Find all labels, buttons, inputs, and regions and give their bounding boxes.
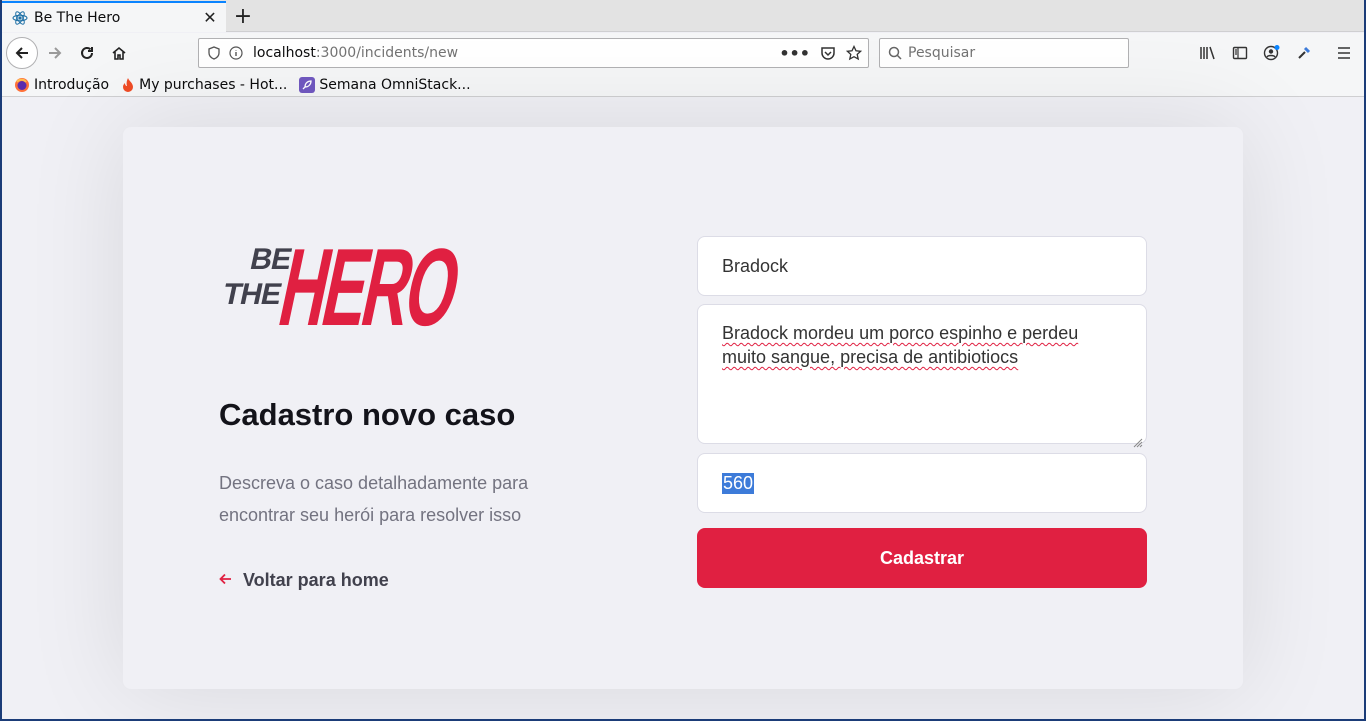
search-bar[interactable]: Pesquisar — [879, 38, 1129, 68]
tab-bar: Be The Hero ✕ + — [0, 0, 1366, 32]
react-icon — [12, 10, 28, 26]
title-input[interactable]: Bradock — [697, 236, 1147, 296]
bookmark-label: My purchases - Hot... — [139, 76, 288, 93]
home-icon — [112, 46, 126, 60]
forward-button[interactable] — [40, 38, 70, 68]
page-description: Descreva o caso detalhadamente para enco… — [219, 473, 529, 525]
more-actions-icon[interactable]: ••• — [779, 44, 810, 63]
flame-icon — [121, 77, 135, 93]
arrow-left-icon — [15, 47, 28, 59]
value-input-value: 560 — [722, 472, 755, 494]
resize-handle-icon[interactable] — [1133, 430, 1143, 448]
value-input[interactable]: 560 — [697, 453, 1147, 513]
sidebar-icon[interactable] — [1224, 37, 1256, 69]
bookmark-semana-omnistack[interactable]: Semana OmniStack... — [299, 76, 471, 93]
back-button[interactable] — [6, 37, 38, 69]
tab-be-the-hero[interactable]: Be The Hero ✕ — [2, 1, 226, 32]
submit-button[interactable]: Cadastrar — [697, 528, 1147, 588]
search-icon — [888, 46, 902, 60]
url-bar[interactable]: localhost:3000/incidents/new ••• — [198, 38, 869, 68]
url-path: :3000/incidents/new — [315, 45, 459, 61]
account-icon[interactable] — [1256, 37, 1288, 69]
new-incident-card: BE THE HERO Cadastro novo caso Descreva … — [123, 127, 1243, 689]
rocket-icon — [299, 76, 316, 93]
reload-button[interactable] — [72, 38, 102, 68]
description-textarea[interactable]: Bradock mordeu um porco espinho e perdeu… — [697, 304, 1147, 448]
page-viewport: BE THE HERO Cadastro novo caso Descreva … — [2, 97, 1364, 719]
search-input[interactable]: Pesquisar — [908, 45, 975, 61]
pocket-icon[interactable] — [820, 45, 836, 61]
bookmark-label: Introdução — [34, 76, 110, 93]
bookmark-introducao[interactable]: Introdução — [14, 77, 109, 93]
be-the-hero-logo: BE THE HERO — [219, 221, 471, 349]
info-icon[interactable] — [229, 46, 243, 60]
menu-icon[interactable] — [1328, 37, 1360, 69]
navigation-toolbar: localhost:3000/incidents/new ••• Pesquis… — [0, 33, 1366, 73]
bookmark-star-icon[interactable] — [846, 45, 862, 61]
logo-word-the: THE — [220, 278, 285, 311]
bookmark-my-purchases[interactable]: My purchases - Hot... — [121, 77, 287, 93]
new-tab-icon[interactable]: + — [232, 4, 254, 29]
close-icon[interactable]: ✕ — [200, 8, 220, 28]
url-host: localhost — [253, 45, 316, 61]
description-textarea-value: Bradock mordeu um porco espinho e perdeu… — [722, 323, 1079, 367]
window-border-left — [0, 0, 2, 721]
home-button[interactable] — [104, 38, 134, 68]
arrow-left-icon — [219, 570, 233, 591]
arrow-right-icon — [49, 47, 62, 59]
reload-icon — [81, 46, 93, 59]
bookmark-label: Semana OmniStack... — [319, 76, 471, 93]
firefox-icon — [14, 77, 30, 93]
back-to-home-link[interactable]: Voltar para home — [219, 570, 389, 591]
tab-title: Be The Hero — [34, 9, 121, 26]
shield-icon[interactable] — [207, 46, 221, 60]
bookmarks-bar: Introdução My purchases - Hot... Semana … — [0, 73, 1366, 97]
back-link-label: Voltar para home — [243, 570, 389, 590]
url-text[interactable]: localhost:3000/incidents/new — [253, 45, 458, 61]
eyedropper-icon[interactable] — [1288, 37, 1320, 69]
title-input-value: Bradock — [722, 255, 789, 276]
library-icon[interactable] — [1192, 37, 1224, 69]
page-title: Cadastro novo caso — [219, 397, 516, 432]
logo-word-hero: HERO — [270, 225, 469, 331]
